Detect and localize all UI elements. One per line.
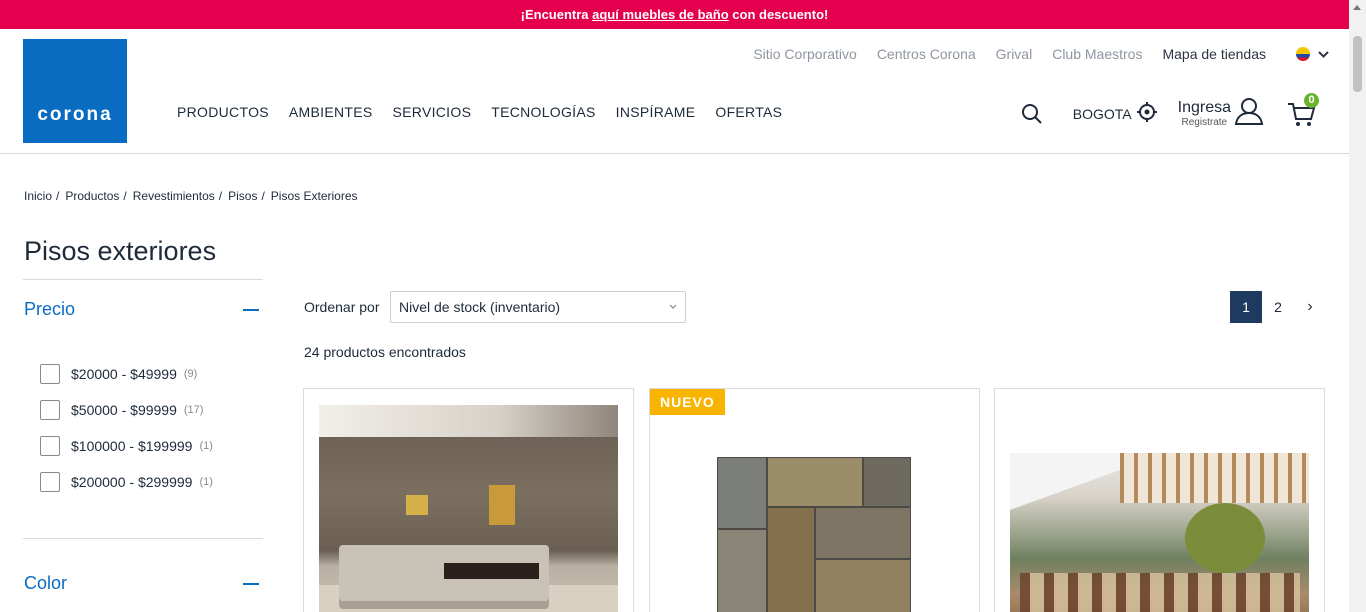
cart-count-badge: 0: [1304, 92, 1319, 108]
price-option[interactable]: $20000 - $49999 (9): [40, 356, 213, 392]
breadcrumb-inicio[interactable]: Inicio: [24, 189, 52, 203]
checkbox[interactable]: [40, 400, 60, 420]
filter-price-title[interactable]: Precio: [24, 299, 75, 320]
page-scrollbar[interactable]: [1349, 0, 1366, 612]
new-badge: NUEVO: [650, 389, 725, 415]
register-label: Registrate: [1181, 116, 1228, 128]
page-1-button[interactable]: 1: [1230, 291, 1262, 323]
promo-suffix: con descuento!: [728, 7, 829, 22]
filter-color-title[interactable]: Color: [24, 573, 67, 594]
product-image[interactable]: [319, 405, 618, 612]
header-tools: BOGOTA Ingresa Registrate 0: [1021, 92, 1319, 130]
city-label: BOGOTA: [1072, 105, 1132, 122]
price-option-count: (9): [183, 368, 198, 380]
login-button[interactable]: Ingresa Registrate: [1178, 97, 1264, 130]
nav-inspirame[interactable]: INSPÍRAME: [616, 104, 696, 120]
price-option-label: $100000 - $199999: [71, 438, 193, 454]
breadcrumb-current: Pisos Exteriores: [270, 189, 358, 203]
nav-tecnologias[interactable]: TECNOLOGÍAS: [491, 104, 595, 120]
link-sitio-corporativo[interactable]: Sitio Corporativo: [753, 46, 857, 62]
collapse-minus-icon[interactable]: [243, 309, 259, 311]
price-option-count: (1): [199, 476, 213, 488]
link-grival[interactable]: Grival: [996, 46, 1033, 62]
promo-link[interactable]: aquí muebles de baño: [592, 7, 729, 22]
product-card[interactable]: NUEVO: [649, 388, 980, 612]
nav-productos[interactable]: PRODUCTOS: [177, 104, 269, 120]
price-option-count: (17): [183, 404, 204, 416]
product-card[interactable]: [994, 388, 1325, 612]
login-label: Ingresa: [1177, 98, 1231, 116]
product-image[interactable]: [1010, 453, 1309, 612]
price-option[interactable]: $100000 - $199999 (1): [40, 428, 213, 464]
price-filter-list: $20000 - $49999 (9) $50000 - $99999 (17)…: [40, 356, 213, 500]
page-2-button[interactable]: 2: [1262, 291, 1294, 323]
scroll-up-icon[interactable]: [1353, 5, 1361, 10]
breadcrumb: Inicio / Productos / Revestimientos / Pisos…: [24, 189, 358, 203]
chevron-down-icon[interactable]: [1318, 47, 1329, 61]
checkbox[interactable]: [40, 472, 60, 492]
price-option-label: $20000 - $49999: [71, 366, 177, 382]
collapse-minus-icon[interactable]: [243, 583, 259, 585]
promo-banner: ¡Encuentra aquí muebles de baño con desc…: [0, 0, 1349, 29]
divider: [23, 538, 263, 539]
sort-label: Ordenar por: [304, 299, 380, 315]
product-card[interactable]: [303, 388, 634, 612]
pagination: 1 2 ›: [1230, 291, 1326, 323]
nav-ambientes[interactable]: AMBIENTES: [289, 104, 373, 120]
breadcrumb-productos[interactable]: Productos: [65, 189, 119, 203]
nav-servicios[interactable]: SERVICIOS: [393, 104, 472, 120]
page-title: Pisos exteriores: [24, 236, 217, 266]
checkbox[interactable]: [40, 364, 60, 384]
location-target-icon: [1132, 101, 1158, 126]
chevron-down-icon: [669, 292, 677, 335]
price-option-count: (1): [199, 440, 213, 452]
promo-prefix: ¡Encuentra: [520, 7, 593, 22]
sort-select[interactable]: Nivel de stock (inventario): [390, 291, 686, 323]
cart-button[interactable]: 0: [1286, 92, 1319, 129]
corona-logo[interactable]: corona: [23, 39, 127, 143]
top-links: Sitio Corporativo Centros Corona Grival …: [733, 46, 1329, 62]
scrollbar-thumb[interactable]: [1353, 36, 1362, 92]
main-nav: PRODUCTOS AMBIENTES SERVICIOS TECNOLOGÍA…: [177, 104, 802, 120]
product-image[interactable]: [717, 457, 911, 612]
checkbox[interactable]: [40, 436, 60, 456]
nav-ofertas[interactable]: OFERTAS: [715, 104, 782, 120]
results-count: 24 productos encontrados: [304, 344, 466, 360]
sort-selected-value: Nivel de stock (inventario): [399, 299, 561, 315]
next-page-icon[interactable]: ›: [1294, 291, 1326, 323]
breadcrumb-pisos[interactable]: Pisos: [228, 189, 257, 203]
link-mapa-tiendas[interactable]: Mapa de tiendas: [1162, 46, 1266, 62]
search-icon[interactable]: [1021, 103, 1043, 125]
price-option-label: $200000 - $299999: [71, 474, 193, 490]
site-header: corona Sitio Corporativo Centros Corona …: [0, 29, 1349, 154]
divider: [23, 279, 263, 280]
link-centros-corona[interactable]: Centros Corona: [877, 46, 976, 62]
colombia-flag-icon[interactable]: [1296, 47, 1310, 61]
link-club-maestros[interactable]: Club Maestros: [1052, 46, 1142, 62]
logo-text: corona: [37, 104, 113, 125]
breadcrumb-revestimientos[interactable]: Revestimientos: [133, 189, 215, 203]
cart-icon: [1286, 102, 1316, 133]
city-selector[interactable]: BOGOTA: [1073, 101, 1158, 126]
price-option[interactable]: $50000 - $99999 (17): [40, 392, 213, 428]
price-option[interactable]: $200000 - $299999 (1): [40, 464, 213, 500]
user-icon: [1234, 97, 1264, 130]
price-option-label: $50000 - $99999: [71, 402, 177, 418]
